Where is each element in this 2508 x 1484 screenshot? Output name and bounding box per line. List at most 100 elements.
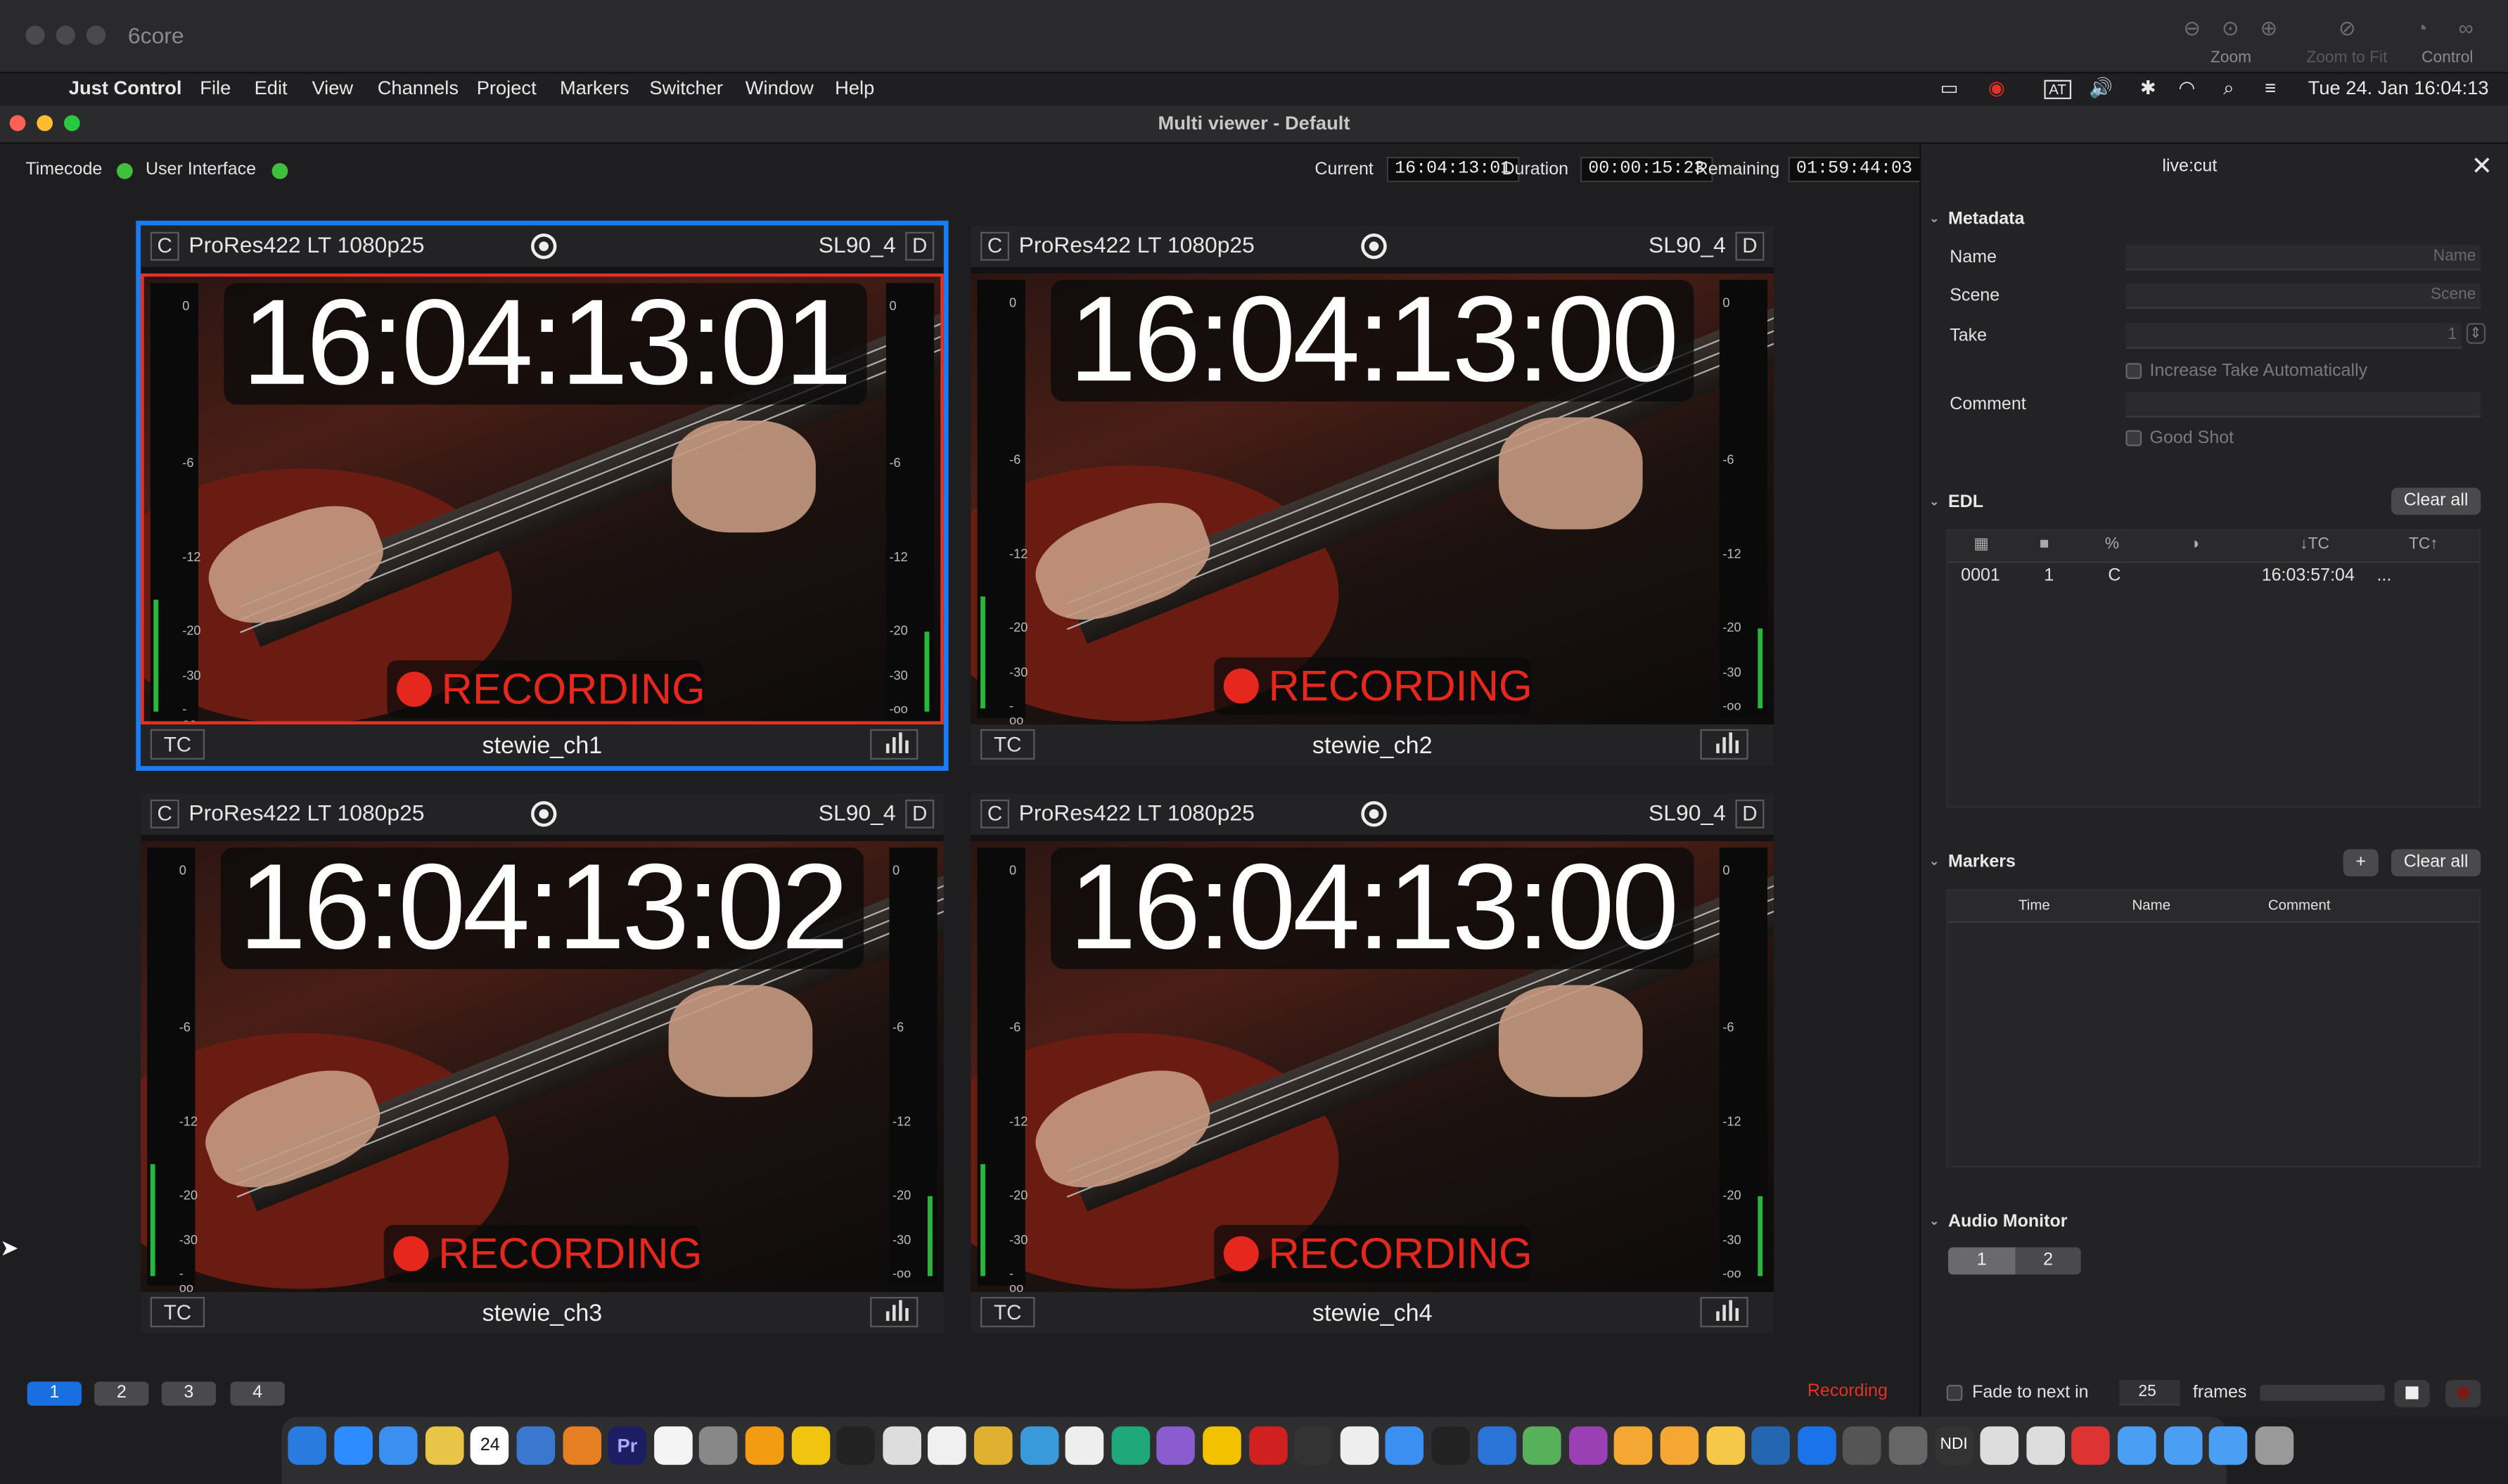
tile-c-button[interactable]: C — [150, 799, 179, 829]
tile-d-button[interactable]: D — [1735, 231, 1765, 261]
close-panel-icon[interactable]: ✕ — [2471, 151, 2493, 182]
video-preview[interactable]: 0 -6 -12 -20 -30 -oo 0 -6 -12 -20 -30 -oo 16:04:13… — [971, 840, 1774, 1293]
tile-c-button[interactable]: C — [980, 799, 1010, 829]
input-source-icon[interactable]: AT — [2044, 79, 2071, 99]
control-gauge-icon[interactable]: ◔ — [2415, 16, 2428, 40]
dock-app-icon[interactable] — [2118, 1426, 2156, 1465]
audio-levels-icon[interactable] — [1700, 1296, 1748, 1328]
dock-app-icon[interactable] — [1111, 1426, 1150, 1465]
viewer-tile-3[interactable]: C ProRes422 LT 1080p25 SL90_4 D 0 -6 -12 -2… — [141, 793, 944, 1334]
dock-app-icon[interactable] — [1157, 1426, 1196, 1465]
menubar-clock[interactable]: Tue 24. Jan 16:04:13 — [2308, 77, 2489, 99]
dock-app-icon[interactable] — [2209, 1426, 2248, 1465]
dock-app-icon[interactable] — [928, 1426, 967, 1465]
chevron-down-icon[interactable]: ⌄ — [1929, 1214, 1940, 1228]
edl-row[interactable]: 0001 1 C 16:03:57:04 ... — [1948, 563, 2479, 591]
dock-app-icon[interactable] — [1614, 1426, 1653, 1465]
dock-app-icon[interactable] — [288, 1426, 326, 1465]
tile-c-button[interactable]: C — [980, 231, 1010, 261]
video-preview[interactable]: 0 -6 -12 -20 -30 -oo 0 -6 -12 -20 -30 -oo 16:04:13… — [971, 273, 1774, 724]
dock-app-icon[interactable] — [425, 1426, 464, 1465]
scene-field[interactable]: Scene — [2125, 283, 2481, 309]
good-shot-checkbox[interactable] — [2125, 430, 2142, 447]
calendar-icon[interactable]: ▦ — [1973, 536, 1988, 554]
dock-app-icon[interactable]: Pr — [608, 1426, 647, 1465]
dock-app-icon[interactable] — [1431, 1426, 1470, 1465]
dock-app-icon[interactable] — [1568, 1426, 1608, 1465]
add-marker-button[interactable]: + — [2343, 849, 2379, 876]
dock-app-icon[interactable] — [1203, 1426, 1241, 1465]
edl-clear-all-button[interactable]: Clear all — [2391, 487, 2481, 516]
dock-app-icon[interactable] — [1294, 1426, 1333, 1465]
page-1-button[interactable]: 1 — [27, 1381, 82, 1406]
zoom-actual-icon[interactable]: ⊙ — [2222, 16, 2239, 41]
dock-app-icon[interactable] — [1020, 1426, 1058, 1465]
markers-col-name[interactable]: Name — [2132, 897, 2171, 914]
audio-levels-icon[interactable] — [1700, 729, 1748, 760]
dock-app-icon[interactable] — [2255, 1426, 2293, 1465]
dock-app-icon[interactable] — [1066, 1426, 1104, 1465]
zoom-out-icon[interactable]: ⊖ — [2183, 16, 2201, 41]
record-button[interactable] — [2445, 1380, 2481, 1407]
search-icon[interactable]: ⌕ — [2223, 77, 2234, 101]
wifi-icon[interactable]: ◠ — [2178, 77, 2195, 99]
control-center-icon[interactable]: ≡ — [2265, 77, 2276, 99]
dock-app-icon[interactable] — [973, 1426, 1013, 1465]
viewer-tile-2[interactable]: C ProRes422 LT 1080p25 SL90_4 D 0 -6 -12 -2… — [971, 225, 1774, 767]
dock-app-icon[interactable] — [1706, 1426, 1745, 1465]
record-target-icon[interactable] — [531, 801, 557, 827]
video-preview[interactable]: 0 -6 -12 -20 -30 -oo 0 -6 -12 -20 -30 -oo 16:04:13… — [141, 273, 944, 724]
audio-channel-2-button[interactable]: 2 — [2015, 1247, 2081, 1275]
increase-take-checkbox[interactable] — [2125, 363, 2142, 379]
chevron-down-icon[interactable]: ⌄ — [1929, 211, 1940, 225]
dock-app-icon[interactable] — [699, 1426, 738, 1465]
edl-col-tc-out[interactable]: TC↑ — [2409, 536, 2438, 554]
markers-col-time[interactable]: Time — [2018, 897, 2050, 914]
dock-app-icon[interactable] — [1980, 1426, 2019, 1465]
dock-app-icon[interactable] — [333, 1426, 372, 1465]
bluetooth-icon[interactable]: ✱ — [2140, 77, 2156, 99]
record-target-icon[interactable] — [1361, 233, 1387, 260]
dock-app-icon[interactable] — [791, 1426, 830, 1465]
page-3-button[interactable]: 3 — [161, 1381, 217, 1406]
dock-app-icon[interactable] — [1523, 1426, 1562, 1465]
record-target-icon[interactable] — [1361, 801, 1387, 827]
dock-app-icon[interactable] — [836, 1426, 876, 1465]
stop-button[interactable] — [2394, 1380, 2430, 1407]
dock-app-icon[interactable] — [516, 1426, 556, 1465]
dock-app-icon[interactable] — [653, 1426, 693, 1465]
dock-app-icon[interactable] — [1888, 1426, 1928, 1465]
camera-icon[interactable]: ■ — [2040, 536, 2049, 554]
page-4-button[interactable]: 4 — [230, 1381, 285, 1406]
dock-app-icon[interactable] — [1797, 1426, 1836, 1465]
tile-d-button[interactable]: D — [1735, 799, 1765, 829]
dock-app-icon[interactable] — [1843, 1426, 1882, 1465]
take-stepper[interactable]: ⇕ — [2466, 323, 2485, 344]
markers-clear-all-button[interactable]: Clear all — [2391, 849, 2481, 876]
volume-icon[interactable]: 🔊 — [2089, 77, 2113, 99]
record-target-icon[interactable] — [531, 233, 557, 260]
tile-d-button[interactable]: D — [905, 799, 935, 829]
name-field[interactable]: Name — [2125, 244, 2481, 271]
creative-cloud-icon[interactable]: ◉ — [1988, 77, 2005, 99]
page-2-button[interactable]: 2 — [94, 1381, 149, 1406]
markers-col-comment[interactable]: Comment — [2268, 897, 2331, 914]
dock-app-icon[interactable]: 24 — [471, 1426, 510, 1465]
dock-app-icon[interactable] — [2026, 1426, 2065, 1465]
tile-d-button[interactable]: D — [905, 231, 935, 261]
edl-col-percent[interactable]: % — [2105, 536, 2119, 554]
viewer-tile-1[interactable]: C ProRes422 LT 1080p25 SL90_4 D 0 -6 -12 -2… — [136, 220, 949, 771]
edl-col-tc-in[interactable]: ↓TC — [2300, 536, 2329, 554]
video-preview[interactable]: 0 -6 -12 -20 -30 -oo 0 -6 -12 -20 -30 -oo 16:04:13… — [141, 840, 944, 1293]
chevron-down-icon[interactable]: ⌄ — [1929, 494, 1940, 508]
zoom-in-icon[interactable]: ⊕ — [2260, 16, 2277, 41]
dock-app-icon[interactable] — [1248, 1426, 1287, 1465]
zoom-to-fit-icon[interactable]: ⊘ — [2339, 16, 2356, 41]
chevron-down-icon[interactable]: ⌄ — [1929, 854, 1940, 868]
comment-field[interactable] — [2125, 392, 2481, 418]
fade-checkbox[interactable] — [1946, 1385, 1963, 1401]
fade-frames-field[interactable]: 25 — [2119, 1380, 2180, 1406]
dock-app-icon[interactable] — [2163, 1426, 2202, 1465]
tile-c-button[interactable]: C — [150, 231, 179, 261]
dock-app-icon[interactable] — [1386, 1426, 1424, 1465]
